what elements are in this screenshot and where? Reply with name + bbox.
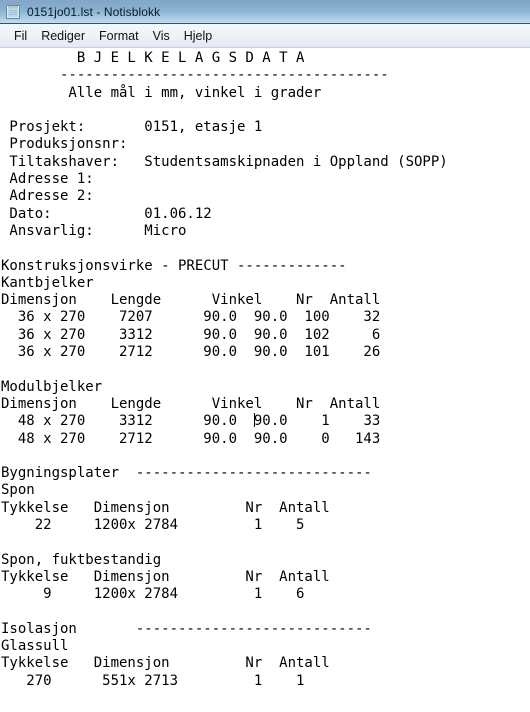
table-row: 22 1200x 2784 1 5 xyxy=(1,517,305,534)
window-title: 0151jo01.lst - Notisblokk xyxy=(27,4,161,19)
table-header-kantbjelker: Dimensjon Lengde Vinkel Nr Antall xyxy=(1,292,381,309)
notepad-icon xyxy=(5,4,21,20)
project-row-prosjekt: Prosjekt: 0151, etasje 1 xyxy=(1,119,263,136)
subsection-title-spon-fuktbestandig: Spon, fuktbestandig xyxy=(1,551,162,568)
subsection-title-spon: Spon xyxy=(1,482,35,499)
subsection-title-kantbjelker: Kantbjelker xyxy=(1,274,94,291)
section-title-precut: Konstruksjonsvirke - PRECUT ------------… xyxy=(1,257,347,274)
project-row-dato: Dato: 01.06.12 xyxy=(1,205,212,222)
document-heading-rule: --------------------------------------- xyxy=(1,67,389,84)
section-title-isolasjon: Isolasjon ---------------------------- xyxy=(1,620,372,637)
menu-item-rediger[interactable]: Rediger xyxy=(34,27,92,45)
notepad-window: 0151jo01.lst - Notisblokk Fil Rediger Fo… xyxy=(0,0,530,712)
menu-item-format[interactable]: Format xyxy=(92,27,146,45)
menu-item-hjelp[interactable]: Hjelp xyxy=(177,27,220,45)
project-row-adresse-1: Adresse 1: xyxy=(1,171,94,188)
text-editor-area[interactable]: B J E L K E L A G S D A T A ------------… xyxy=(0,48,530,712)
table-row: 270 551x 2713 1 1 xyxy=(1,672,305,689)
section-title-bygningsplater: Bygningsplater -------------------------… xyxy=(1,465,372,482)
table-row: 9 1200x 2784 1 6 xyxy=(1,586,305,603)
menu-item-fil[interactable]: Fil xyxy=(7,27,34,45)
table-header-spon-fuktbestandig: Tykkelse Dimensjon Nr Antall xyxy=(1,568,330,585)
project-row-tiltakshaver: Tiltakshaver: Studentsamskipnaden i Oppl… xyxy=(1,153,448,170)
subsection-title-glassull: Glassull xyxy=(1,638,69,655)
table-header-glassull: Tykkelse Dimensjon Nr Antall xyxy=(1,655,330,672)
subsection-title-modulbjelker: Modulbjelker xyxy=(1,378,103,395)
project-row-adresse-2: Adresse 2: xyxy=(1,188,94,205)
table-header-spon: Tykkelse Dimensjon Nr Antall xyxy=(1,499,330,516)
document-text[interactable]: B J E L K E L A G S D A T A ------------… xyxy=(1,50,530,690)
table-row-modulbjelker-1-post: 90.0 1 33 xyxy=(253,413,381,430)
project-row-produksjonsnr: Produksjonsnr: xyxy=(1,136,128,153)
table-row: 36 x 270 2712 90.0 90.0 101 26 xyxy=(1,344,381,361)
table-header-modulbjelker: Dimensjon Lengde Vinkel Nr Antall xyxy=(1,395,381,412)
menu-bar: Fil Rediger Format Vis Hjelp xyxy=(0,24,530,48)
document-heading: B J E L K E L A G S D A T A xyxy=(1,50,305,66)
table-row: 36 x 270 3312 90.0 90.0 102 6 xyxy=(1,326,381,343)
document-subtitle: Alle mål i mm, vinkel i grader xyxy=(1,84,322,101)
table-row: 48 x 270 2712 90.0 90.0 0 143 xyxy=(1,430,381,447)
menu-item-vis[interactable]: Vis xyxy=(146,27,177,45)
table-row: 36 x 270 7207 90.0 90.0 100 32 xyxy=(1,309,381,326)
table-row-modulbjelker-1-pre: 48 x 270 3312 90.0 xyxy=(1,413,254,430)
project-row-ansvarlig: Ansvarlig: Micro xyxy=(1,222,187,239)
title-bar[interactable]: 0151jo01.lst - Notisblokk xyxy=(0,0,530,24)
